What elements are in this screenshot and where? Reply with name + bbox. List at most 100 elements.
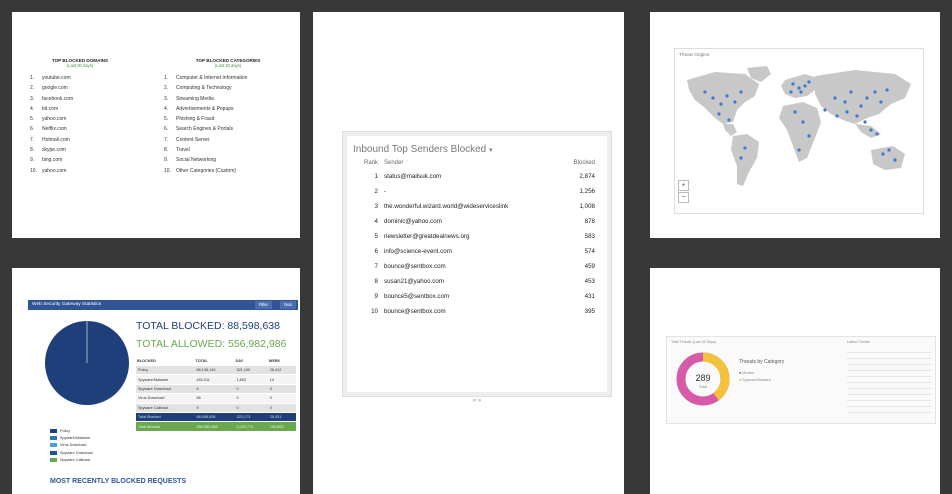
legend-label: Spyware Download — [60, 450, 93, 455]
threat-legend-1: ■ Viruses — [739, 371, 755, 375]
threat-dot — [791, 82, 795, 86]
swg-header: Web Security Gateway Statistics Filter Y… — [28, 300, 298, 310]
categories-item: 4. Advertisements & Popups — [164, 104, 292, 114]
threat-dot — [849, 90, 853, 94]
sender-cell-blocked: 1,008 — [579, 203, 595, 210]
swg-cell-label: Spyware/Malware — [136, 374, 195, 385]
swg-cell-c2: 321,100 — [234, 366, 268, 376]
swg-cell-c1: 453,011 — [194, 374, 235, 385]
domains-list: 1. youtube.com 2. google.com 3. facebook.com 4… — [30, 73, 130, 176]
swg-cell-c2: 0 — [234, 384, 268, 395]
swg-cell-c1: 556,982,986 — [194, 421, 235, 432]
table-row[interactable]: 5 newsletter@greatdealnews.org 583 — [350, 229, 595, 244]
threat-dot — [835, 114, 839, 118]
swg-year-button[interactable]: Year — [279, 301, 296, 309]
swg-panel: Web Security Gateway Statistics Filter Y… — [12, 268, 300, 494]
caret-down-icon: ▾ — [489, 147, 493, 154]
categories-rank: 5. — [164, 116, 169, 123]
col-rank: Rank — [363, 160, 378, 166]
categories-rank: 2. — [164, 85, 169, 92]
sender-cell-rank: 5 — [374, 233, 378, 240]
categories-label: Computing & Technology — [176, 85, 232, 92]
table-row: Spyware Download 6 0 0 — [136, 384, 296, 395]
continent-south-america — [731, 134, 759, 186]
domains-rank: 6. — [30, 126, 35, 133]
threat-panel: Total Threats (Last 30 Days) Latest Thre… — [650, 268, 940, 494]
threat-dot — [893, 158, 897, 162]
sender-cell-sender: status@mailsuk.com — [384, 173, 442, 180]
threat-dot — [801, 120, 805, 124]
table-row[interactable]: 6 info@science-event.com 574 — [350, 244, 595, 259]
threat-donut-chart: 289 Total — [676, 352, 730, 406]
pager-arrows[interactable]: « » — [347, 398, 607, 404]
sender-cell-sender: info@science-event.com — [384, 248, 452, 255]
swg-cell-c1: 9 — [194, 403, 235, 413]
threat-dot — [865, 96, 869, 100]
domains-label: youtube.com — [42, 75, 71, 81]
swg-cell-label: Total Allowed — [136, 421, 195, 432]
categories-label: Computer & Internet Information — [176, 75, 248, 81]
zoom-in-button[interactable]: + — [678, 180, 689, 191]
swg-cell-c3: 0 — [267, 384, 296, 395]
senders-title-dropdown[interactable]: Inbound Top Senders Blocked ▾ — [347, 136, 607, 157]
swg-pie-chart — [45, 321, 129, 405]
categories-rank: 9. — [164, 157, 169, 164]
threat-dot — [793, 110, 797, 114]
domains-label: bit.com — [42, 105, 59, 112]
table-row[interactable]: 2- 1,256 — [350, 184, 595, 199]
swg-cell-c3: 26,412 — [267, 366, 296, 376]
table-row[interactable]: 9 bounce5@sentbox.com 431 — [350, 289, 595, 304]
swg-widget: Web Security Gateway Statistics Filter Y… — [28, 300, 298, 490]
sender-cell-rank: 7 — [374, 263, 378, 270]
world-map[interactable] — [675, 62, 921, 212]
table-row[interactable]: 4 dominic@yahoo.com 878 — [350, 214, 595, 229]
threat-dot — [859, 104, 863, 108]
sender-cell-blocked: 453 — [584, 278, 595, 285]
swg-legend: Policy Spyware/Malware Virus Download Spywa… — [50, 428, 93, 464]
sender-cell-blocked: 431 — [584, 293, 595, 300]
table-row[interactable]: 7 bounce@sentbox.com 459 — [350, 259, 595, 274]
threat-dot — [855, 114, 859, 118]
domains-rank: 1. — [30, 75, 35, 81]
legend-item: Spyware Callback — [50, 457, 93, 464]
senders-panel: Inbound Top Senders Blocked ▾ Rank Sende… — [313, 12, 624, 494]
zoom-out-button[interactable]: − — [678, 192, 689, 203]
table-row[interactable]: 10 bounce@sentbox.com 395 — [350, 304, 595, 319]
top-blocked-panel: TOP BLOCKED DOMAINS (Last 30 days) 1. you… — [12, 12, 300, 238]
senders-table: Rank Sender Blocked 1 status@mailsuk.com 2… — [350, 157, 595, 319]
domains-item: 9. bing.com — [30, 155, 130, 165]
sender-cell-rank: 10 — [371, 308, 378, 315]
threat-dot — [803, 84, 807, 88]
swg-stats-table: BLOCKED TOTAL DAY WEEK Policy 88,136,143 3… — [136, 356, 296, 432]
swg-filter-button[interactable]: Filter — [254, 301, 272, 309]
categories-list: 1. Computer & Internet Information 2. Compu… — [164, 73, 292, 176]
categories-rank: 8. — [164, 147, 169, 154]
table-row[interactable]: 1 status@mailsuk.com 2,874 — [350, 169, 595, 184]
threat-dot — [797, 86, 801, 90]
sender-cell-blocked: 459 — [584, 263, 595, 270]
categories-item: 10. Other Categories (Custom) — [164, 166, 292, 176]
categories-label: Content Server — [176, 136, 210, 143]
categories-item: 9. Social Networking — [164, 155, 292, 165]
categories-item: 6. Search Engines & Portals — [164, 124, 292, 134]
table-row[interactable]: 3 the.wonderful.wizard.world@wideservices… — [350, 199, 595, 214]
threat-dot — [881, 152, 885, 156]
threat-dot — [879, 100, 883, 104]
col-blocked: Blocked — [573, 160, 595, 166]
map-land — [687, 66, 911, 186]
sender-cell-rank: 9 — [374, 293, 378, 300]
domains-item: 8. skype.com — [30, 145, 130, 155]
threat-dot — [843, 100, 847, 104]
domains-item: 10. yahoo.com — [30, 166, 130, 176]
legend-swatch — [50, 443, 57, 448]
map-panel: Threat Origins + − — [650, 12, 940, 238]
swg-col-blocked: BLOCKED — [137, 359, 156, 363]
categories-label: Advertisements & Popups — [176, 105, 234, 112]
table-row[interactable]: 8 susan21@yahoo.com 453 — [350, 274, 595, 289]
swg-cell-c3: 190,863 — [267, 421, 296, 432]
categories-item: 1. Computer & Internet Information — [164, 73, 292, 83]
domains-item: 6. Netflix.com — [30, 124, 130, 134]
threat-dot — [873, 90, 877, 94]
categories-item: 2. Computing & Technology — [164, 83, 292, 93]
categories-label: Travel — [176, 147, 190, 154]
